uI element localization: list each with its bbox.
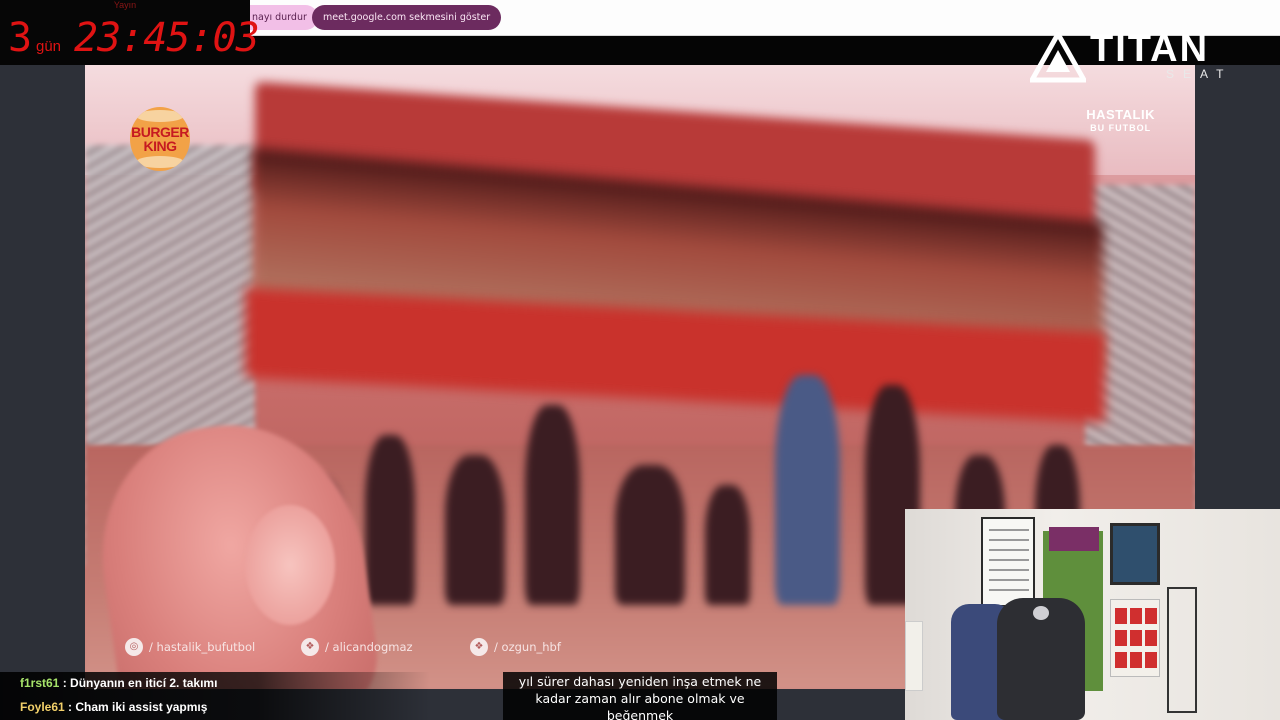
webcam-feed — [905, 509, 1280, 720]
webcam-whiteboard — [981, 517, 1035, 607]
chat-text: Cham iki assist yapmış — [75, 700, 208, 714]
brand-logo-line1: BURGER — [131, 124, 189, 140]
titan-logo-icon — [1030, 32, 1086, 83]
channel-watermark: HASTALIK BU FUTBOL — [1086, 107, 1155, 133]
watermark-line2: BU FUTBOL — [1090, 123, 1152, 133]
chat-overlay: f1rst61 : Dünyanın en iticí 2. takımı Fo… — [0, 672, 430, 720]
webcam-shelf — [1167, 587, 1197, 713]
webcam-lamp — [905, 621, 923, 691]
twitter-icon: ❖ — [301, 638, 319, 656]
sponsor-subname: SEAT — [1166, 67, 1233, 81]
subtitle-line2: kadar zaman alır abone olmak ve beğenmek — [535, 691, 745, 720]
social-handle: / hastalik_bufutbol — [149, 640, 256, 654]
chat-text: Dünyanın en iticí 2. takımı — [70, 676, 218, 690]
social-handle: / ozgun_hbf — [494, 640, 561, 654]
burger-king-logo: BURGER KING — [130, 107, 190, 171]
chat-username: f1rst61 — [20, 676, 60, 690]
chair-logo-icon — [1033, 606, 1049, 620]
twitter-icon: ❖ — [470, 638, 488, 656]
webcam-jersey — [1049, 527, 1099, 551]
stream-timer: Yayın 3 gün 23:45:03 — [0, 0, 260, 61]
subtitle-line1: yıl sürer dahası yeniden inşa etmek ne — [518, 674, 762, 689]
timer-label: Yayın — [113, 0, 137, 10]
brand-logo-line2: KING — [143, 138, 178, 154]
chat-username: Foyle61 — [20, 700, 65, 714]
social-twitter-2: ❖ / ozgun_hbf — [470, 638, 561, 656]
sponsor-name: TITAN — [1090, 28, 1210, 70]
show-tab-button[interactable]: meet.google.com sekmesini göster — [312, 5, 502, 30]
social-twitter-1: ❖ / alicandogmaz — [301, 638, 413, 656]
social-instagram: ◎ / hastalik_bufutbol — [125, 638, 255, 656]
instagram-icon: ◎ — [125, 638, 143, 656]
timer-days-unit: gün — [36, 38, 62, 55]
chat-message: f1rst61 : Dünyanın en iticí 2. takımı — [0, 672, 430, 696]
chat-message: Foyle61 : Cham iki assist yapmış — [0, 696, 430, 720]
social-handle: / alicandogmaz — [325, 640, 413, 654]
video-fingernail — [245, 505, 335, 625]
sponsor-logo: TITAN SEAT — [1026, 28, 1246, 86]
timer-days: 3 — [8, 15, 33, 61]
webcam-tactics-frame — [1110, 523, 1160, 585]
webcam-jersey-cards — [1110, 599, 1160, 677]
watermark-line1: HASTALIK — [1086, 107, 1155, 122]
timer-clock: 23:45:03 — [74, 15, 260, 61]
video-subtitle: yıl sürer dahası yeniden inşa etmek ne k… — [503, 672, 777, 720]
